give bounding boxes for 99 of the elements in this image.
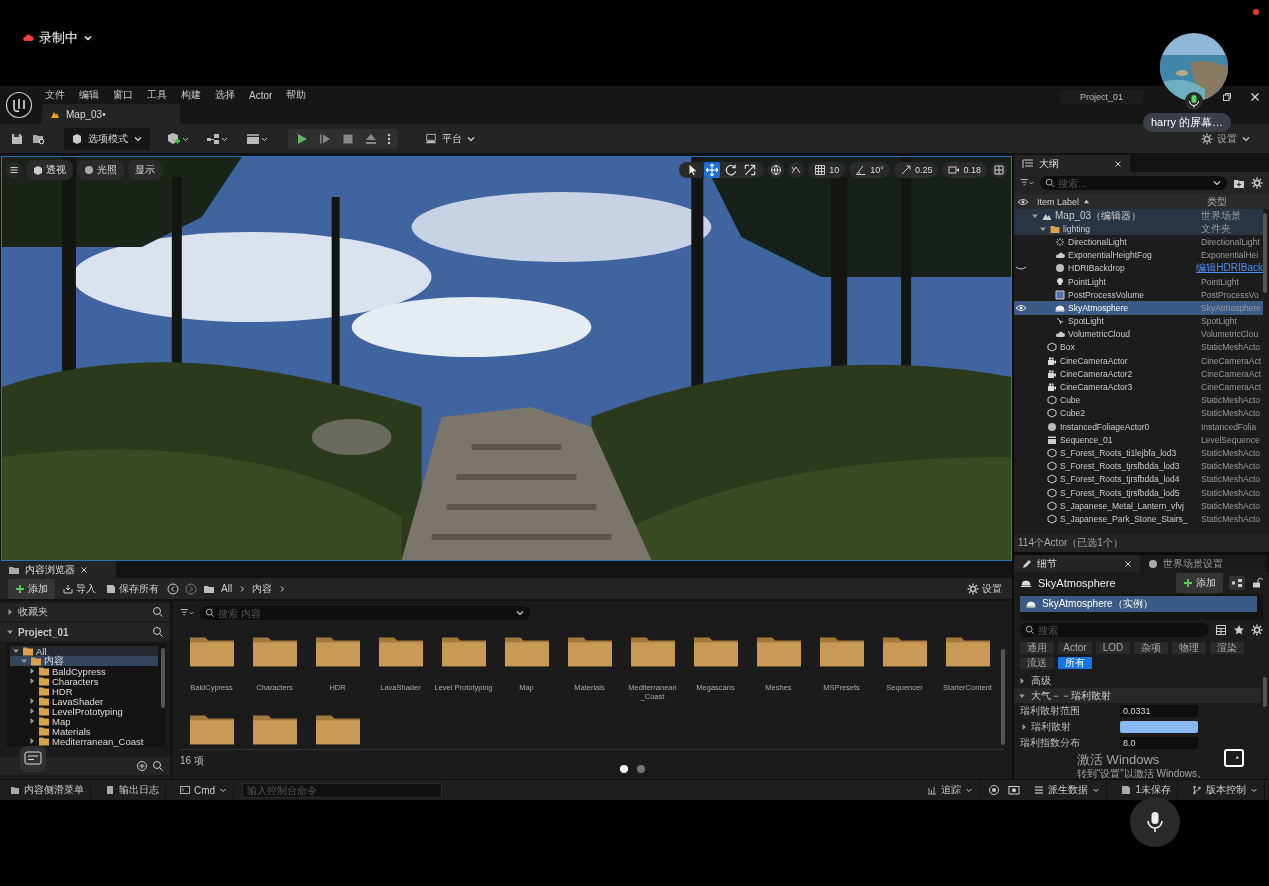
component-item[interactable]: SkyAtmosphere（实例） <box>1020 596 1257 612</box>
content-browser-tab[interactable]: 内容浏览器 <box>0 561 116 578</box>
folder-tree-item[interactable]: All <box>10 646 158 656</box>
activation-hint: 转到“设置”以激活 Windows。 <box>1077 767 1207 781</box>
folder-tree-item[interactable]: Map <box>10 716 158 726</box>
output-log-button[interactable]: 输出日志 <box>99 781 166 799</box>
filter-chip[interactable]: 所有 <box>1058 657 1092 669</box>
filter-chip[interactable]: LOD <box>1096 642 1130 654</box>
outliner-row[interactable]: Map_03（编辑器） 世界场景 <box>1014 209 1263 223</box>
outliner-row[interactable]: Cube StaticMeshActo <box>1014 393 1263 407</box>
world-settings-tab[interactable]: 世界场景设置 <box>1140 555 1266 572</box>
settings-dropdown[interactable]: 设置 <box>1195 130 1257 147</box>
breadcrumb-item[interactable]: 内容 <box>252 581 273 596</box>
presenter-label: harry 的屏幕… <box>1143 113 1232 132</box>
source-control-dropdown[interactable]: 版本控制 <box>1186 781 1265 799</box>
menu-item[interactable]: 文件 <box>45 88 65 102</box>
outliner-row[interactable]: VolumetricCloud VolumetricClou <box>1014 327 1263 341</box>
item-count: 16 项 <box>180 755 204 766</box>
number-field[interactable]: 0.0331 <box>1120 705 1198 717</box>
document-tab[interactable]: Map_03• <box>42 104 180 124</box>
filter-chip[interactable]: 渲染 <box>1210 642 1244 654</box>
activation-watermark: 激活 Windows <box>1077 751 1160 768</box>
grid-snap-value[interactable]: 10 <box>829 165 840 175</box>
outliner-row[interactable]: PointLight PointLight <box>1014 274 1263 289</box>
outliner-row[interactable]: SkyAtmosphere SkyAtmosphere <box>1014 301 1263 315</box>
outliner-row[interactable]: S_Forest_Roots_tjrsfbdda_lod4 StaticMeshActo <box>1014 472 1263 486</box>
property-label: 瑞利指数分布 <box>1020 736 1080 750</box>
column-header[interactable]: Item Label <box>1037 196 1080 207</box>
section-header[interactable]: 高级 <box>1014 673 1261 688</box>
import-button[interactable]: 导入 <box>61 581 98 596</box>
add-button[interactable]: 添加 <box>1176 573 1223 593</box>
object-name: SkyAtmosphere <box>1038 577 1117 589</box>
outliner-tab[interactable]: 大纲 <box>1014 155 1130 172</box>
outliner-row[interactable]: HDRIBackdrop 编辑HDRIBack <box>1014 261 1263 275</box>
search-field[interactable]: 搜索... <box>1040 176 1227 190</box>
filter-chip[interactable]: 通用 <box>1020 642 1054 654</box>
menu-item[interactable]: 帮助 <box>286 88 307 102</box>
lighting-button[interactable]: 光照 <box>77 160 124 180</box>
project-name: Project_01 <box>1059 90 1143 104</box>
folder-tree-item[interactable]: Characters <box>10 676 158 686</box>
filter-chip[interactable]: 流送 <box>1020 657 1054 669</box>
details-tab[interactable]: 细节 <box>1014 555 1140 572</box>
save-all-button[interactable]: 保存所有 <box>104 581 161 596</box>
derived-data-dropdown[interactable]: 派生数据 <box>1028 781 1108 799</box>
outliner-row[interactable]: Box StaticMeshActo <box>1014 340 1263 355</box>
outliner-row[interactable]: Cube2 StaticMeshActo <box>1014 406 1263 420</box>
outliner-row[interactable]: CineCameraActor CineCameraAct <box>1014 354 1263 368</box>
outliner-row[interactable]: S_Forest_Roots_tjrsfbdda_lod3 StaticMeshActo <box>1014 459 1263 473</box>
folder-tree-item[interactable]: Mediterranean_Coast <box>10 736 158 746</box>
favorites-header[interactable]: 收藏夹 <box>0 603 170 621</box>
outliner-row[interactable]: lighting 文件夹 <box>1014 222 1263 236</box>
outliner-row[interactable]: PostProcessVolume PostProcessVo <box>1014 288 1263 302</box>
folder-tree-item[interactable]: 内容 <box>10 656 158 666</box>
breadcrumb-item[interactable]: All <box>221 583 233 594</box>
filter-chip[interactable]: 物理 <box>1172 642 1206 654</box>
show-button[interactable]: 显示 <box>128 160 162 180</box>
outliner-row[interactable]: S_Forest_Roots_tjrsfbdda_lod5 StaticMeshActo <box>1014 485 1263 500</box>
section-header[interactable]: 大气－－瑞利散射 <box>1014 688 1261 703</box>
recording-status[interactable]: 录制中 <box>39 29 78 47</box>
outliner-row[interactable]: S_Japanese_Metal_Lantern_vfvj StaticMeshActo <box>1014 499 1263 513</box>
folder-tree-item[interactable]: BaldCypress <box>10 666 158 676</box>
outliner-row[interactable]: CineCameraActor3 CineCameraAct <box>1014 380 1263 394</box>
trace-dropdown[interactable]: 追踪 <box>921 781 981 799</box>
menu-item[interactable]: 构建 <box>181 88 201 102</box>
search-field[interactable]: 搜索 <box>1020 623 1209 637</box>
project-header[interactable]: Project_01 <box>0 623 170 641</box>
folder-tree-item[interactable]: LavaShader <box>10 696 158 706</box>
filter-chip[interactable]: 杂项 <box>1134 642 1168 654</box>
menu-item[interactable]: 工具 <box>147 88 167 102</box>
menu-item[interactable]: Actor <box>249 89 273 101</box>
outliner-row[interactable]: DirectionalLight DirectionalLight <box>1014 235 1263 249</box>
menu-item[interactable]: 编辑 <box>79 88 99 102</box>
console-input[interactable]: 输入控制台命令 <box>242 782 443 798</box>
outliner-row[interactable]: S_Forest_Roots_ti1lejbfa_lod3 StaticMeshActo <box>1014 446 1263 460</box>
column-header[interactable]: 类型 <box>1207 194 1263 209</box>
folder-tree-item[interactable]: LevelPrototyping <box>10 706 158 716</box>
folder-tree-item[interactable]: Materials <box>10 726 158 736</box>
property-label: 瑞利散射 <box>1031 720 1071 734</box>
menu-item[interactable]: 窗口 <box>113 88 133 102</box>
outliner-row[interactable]: S_Japanese_Park_Stone_Stairs_ StaticMeshActo <box>1014 512 1263 526</box>
actor-count: 114个Actor（已选1个） <box>1018 536 1123 550</box>
settings-button[interactable]: 设置 <box>965 581 1004 596</box>
menu-item[interactable]: 选择 <box>215 88 235 102</box>
outliner-row[interactable]: SpotLight SpotLight <box>1014 314 1263 328</box>
outliner-row[interactable]: Sequence_01 LevelSequence <box>1014 433 1263 447</box>
folder-tree-item[interactable]: HDR <box>10 686 158 696</box>
outliner-row[interactable]: ExponentialHeightFog ExponentialHei <box>1014 248 1263 262</box>
filter-chip[interactable]: Actor <box>1058 642 1092 654</box>
number-field[interactable]: 8.0 <box>1120 737 1198 749</box>
platform-dropdown[interactable]: 平台 <box>418 130 482 147</box>
outliner-row[interactable]: InstancedFoliageActor0 InstancedFolia <box>1014 420 1263 434</box>
perspective-button[interactable]: 透视 <box>26 160 73 180</box>
search-field[interactable]: 搜索 内容 <box>200 606 530 620</box>
content-drawer-button[interactable]: 内容侧滑菜单 <box>4 781 91 799</box>
property-label: 瑞利散射范围 <box>1020 704 1080 718</box>
cmd-dropdown[interactable]: Cmd <box>174 781 235 799</box>
outliner-row[interactable]: CineCameraActor2 CineCameraAct <box>1014 367 1263 381</box>
add-button[interactable]: 添加 <box>8 578 55 599</box>
mode-dropdown[interactable]: 选项模式 <box>64 127 150 150</box>
